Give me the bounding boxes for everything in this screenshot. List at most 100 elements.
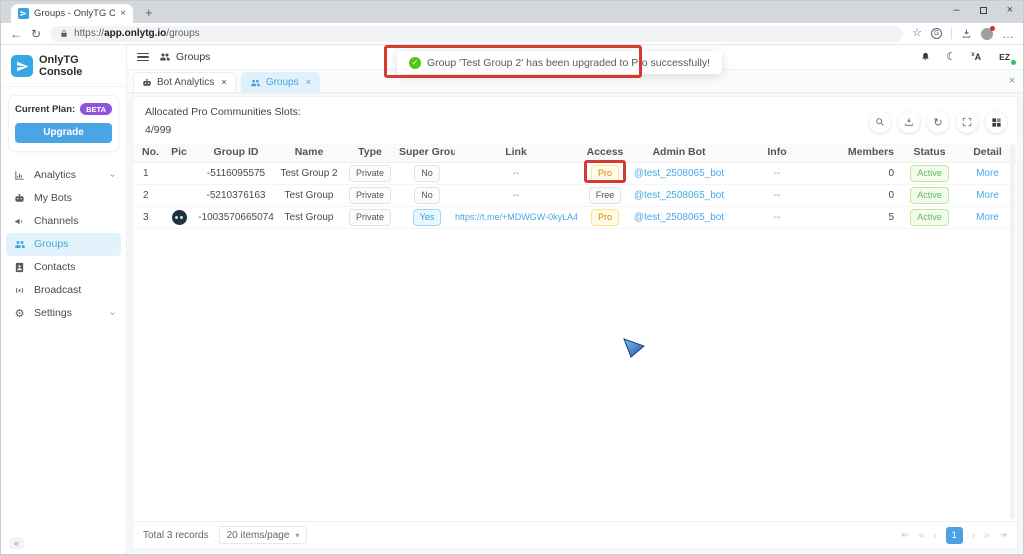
status-badge: Active xyxy=(910,164,949,182)
prev-page-icon[interactable]: ‹ xyxy=(933,530,936,541)
reload-icon[interactable]: ↻ xyxy=(31,28,41,40)
pagination-bar: Total 3 records 20 items/page ▾ ⇤ « ‹ 1 … xyxy=(133,521,1017,548)
sidebar-item-my-bots[interactable]: My Bots xyxy=(6,187,121,210)
tab-close-icon[interactable]: × xyxy=(120,8,126,19)
refresh-icon: ↻ xyxy=(933,116,943,129)
chevron-down-icon: › xyxy=(106,173,118,177)
groups-table: No. Pic Group ID Name Type Super Group L… xyxy=(133,143,1019,229)
more-link[interactable]: More xyxy=(976,168,999,179)
super-group-badge: No xyxy=(414,186,440,204)
fullscreen-button[interactable] xyxy=(956,111,978,133)
brand-name: OnlyTG Console xyxy=(39,54,83,78)
first-page-icon[interactable]: ⇤ xyxy=(901,530,909,541)
table-row: 2 -5210376163 Test Group Private No -- F… xyxy=(133,184,1019,207)
user-avatar[interactable]: EZ xyxy=(996,50,1016,65)
gear-icon: ⚙ xyxy=(14,307,25,320)
more-link[interactable]: More xyxy=(976,190,999,201)
col-no: No. xyxy=(133,143,163,163)
sidebar-item-groups[interactable]: Groups xyxy=(6,232,121,256)
table-row: 1 -5116095575 Test Group 2 Private No --… xyxy=(133,162,1019,185)
pager-controls: ⇤ « ‹ 1 › » ⇥ xyxy=(901,526,1007,544)
search-icon xyxy=(876,118,884,126)
language-translate-icon[interactable]: xA xyxy=(971,52,981,62)
jump-forward-icon[interactable]: » xyxy=(984,530,990,541)
table-scrollbar[interactable] xyxy=(1010,145,1015,519)
current-page-button[interactable]: 1 xyxy=(945,526,963,544)
browser-tab[interactable]: Groups - OnlyTG Console × xyxy=(11,4,133,23)
column-settings-button[interactable] xyxy=(985,111,1007,133)
lock-icon xyxy=(61,30,67,37)
annotation-box-pro-badge xyxy=(584,160,626,183)
header-actions: ☾ xA EZ xyxy=(920,50,1016,65)
downloads-icon[interactable] xyxy=(961,28,972,39)
refresh-button[interactable]: ↻ xyxy=(927,111,949,133)
breadcrumb: Groups xyxy=(159,51,210,63)
page-size-select[interactable]: 20 items/page ▾ xyxy=(218,526,308,544)
col-super-group: Super Group xyxy=(399,143,455,163)
main-area: Groups ☾ xA EZ Bot Analytics × Groups × … xyxy=(127,45,1023,554)
close-all-tabs-icon[interactable]: × xyxy=(1009,75,1015,87)
status-badge: Active xyxy=(910,186,949,204)
bot-icon xyxy=(13,193,26,204)
tab-groups[interactable]: Groups × xyxy=(240,72,321,92)
people-icon xyxy=(250,78,261,88)
browser-menu-icon[interactable]: … xyxy=(1002,28,1014,40)
restore-button[interactable] xyxy=(979,6,987,14)
tab-bot-analytics[interactable]: Bot Analytics × xyxy=(133,72,236,92)
empty-space xyxy=(133,229,1017,522)
col-type: Type xyxy=(341,143,399,163)
broadcast-icon xyxy=(13,285,26,296)
next-page-icon[interactable]: › xyxy=(972,530,975,541)
card-header: Allocated Pro Communities Slots: 4/999 ↻ xyxy=(133,97,1017,143)
brand-logo-icon xyxy=(11,55,33,77)
access-badge: Free xyxy=(588,186,622,204)
address-bar[interactable]: https://app.onlytg.io/groups xyxy=(50,25,904,42)
sidebar-item-channels[interactable]: Channels xyxy=(6,210,121,233)
jump-back-icon[interactable]: « xyxy=(919,530,925,541)
new-tab-button[interactable]: + xyxy=(145,6,153,19)
menu-icon[interactable] xyxy=(137,52,149,62)
site-favicon-icon xyxy=(18,8,29,19)
sidebar-item-settings[interactable]: ⚙ Settings › xyxy=(6,302,121,325)
sidebar: OnlyTG Console Current Plan: BETA Upgrad… xyxy=(1,45,127,554)
sidebar-item-analytics[interactable]: Analytics › xyxy=(6,164,121,187)
back-icon[interactable]: ← xyxy=(10,28,22,40)
col-members: Members xyxy=(829,143,903,163)
admin-bot-link[interactable]: @test_2508065_bot xyxy=(634,212,724,223)
col-link: Link xyxy=(455,143,577,163)
profile-avatar[interactable] xyxy=(981,25,995,40)
tab-close-icon[interactable]: × xyxy=(221,77,227,88)
url-text: https://app.onlytg.io/groups xyxy=(74,28,200,39)
beta-badge: BETA xyxy=(80,103,112,115)
groups-card: Allocated Pro Communities Slots: 4/999 ↻ xyxy=(133,97,1019,548)
toolbar-divider xyxy=(951,28,952,39)
last-page-icon[interactable]: ⇥ xyxy=(999,530,1007,541)
people-icon xyxy=(160,53,170,61)
toolbar-actions: ☆ G … xyxy=(912,25,1014,40)
mouse-cursor xyxy=(623,338,645,358)
extension-icon[interactable]: G xyxy=(931,28,942,39)
sidebar-item-contacts[interactable]: Contacts xyxy=(6,256,121,279)
sidebar-collapse-button[interactable]: « xyxy=(9,537,25,549)
admin-bot-link[interactable]: @test_2508065_bot xyxy=(634,168,724,179)
download-button[interactable] xyxy=(898,111,920,133)
admin-bot-link[interactable]: @test_2508065_bot xyxy=(634,190,724,201)
minimize-button[interactable]: – xyxy=(953,4,959,16)
upgrade-button[interactable]: Upgrade xyxy=(15,122,112,143)
bell-icon[interactable] xyxy=(920,51,931,63)
bookmark-star-icon[interactable]: ☆ xyxy=(912,28,922,39)
table-row: 3 -1003570665074 Test Group Private Yes … xyxy=(133,206,1019,229)
invite-link[interactable]: https://t.me/+MDWGW-0kyLA4N... xyxy=(455,212,577,222)
more-link[interactable]: More xyxy=(976,212,999,223)
total-records-label: Total 3 records xyxy=(143,529,209,541)
type-badge: Private xyxy=(348,208,391,226)
col-status: Status xyxy=(903,143,956,163)
dropdown-arrow-icon: ▾ xyxy=(295,530,300,540)
dark-mode-moon-icon[interactable]: ☾ xyxy=(946,51,956,63)
search-button[interactable] xyxy=(869,111,891,133)
window-close-button[interactable]: × xyxy=(1007,4,1013,16)
brand-header: OnlyTG Console xyxy=(1,45,126,87)
type-badge: Private xyxy=(348,186,391,204)
sidebar-item-broadcast[interactable]: Broadcast xyxy=(6,279,121,302)
tab-close-icon[interactable]: × xyxy=(306,77,312,88)
